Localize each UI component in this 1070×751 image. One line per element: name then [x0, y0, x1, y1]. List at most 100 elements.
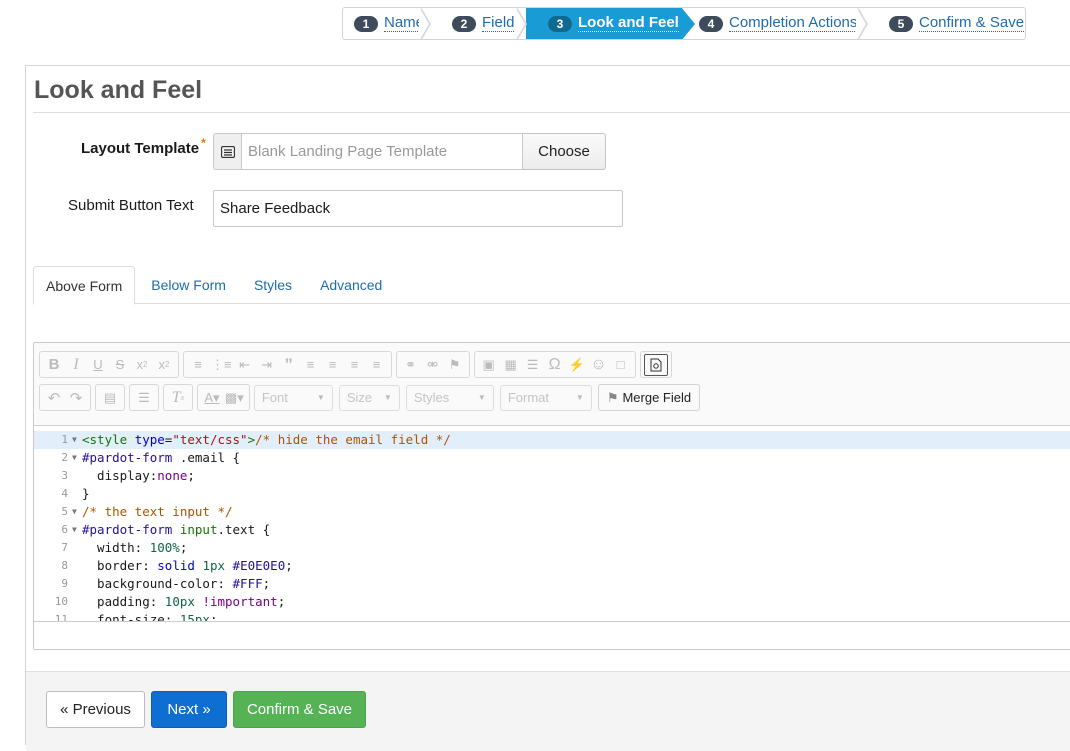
previous-button[interactable]: « Previous	[46, 691, 145, 728]
step-label[interactable]: Look and Feel	[578, 15, 679, 32]
wizard-step-name[interactable]: 1 Name	[343, 8, 431, 39]
horizontal-rule-icon[interactable]: ☰	[522, 353, 544, 377]
layout-template-label-text: Layout Template	[81, 140, 200, 157]
toolbar-group-clear: Tx	[163, 384, 193, 411]
merge-field-label: Merge Field	[622, 390, 692, 405]
wizard-step-fields[interactable]: 2 Fields	[430, 8, 527, 39]
toolbar-group-history: ↶ ↷	[39, 384, 91, 411]
outdent-icon[interactable]: ⇤	[234, 353, 256, 377]
anchor-flag-icon[interactable]: ⚑	[444, 353, 466, 377]
iframe-icon[interactable]: □	[610, 353, 632, 377]
blockquote-icon[interactable]: ”	[278, 353, 300, 377]
tab-advanced[interactable]: Advanced	[308, 266, 394, 304]
paste-icon[interactable]: ▤	[99, 386, 121, 410]
code-line-text: width: 100%;	[82, 540, 188, 555]
adjust-icon[interactable]: ☰	[133, 386, 155, 410]
link-icon[interactable]: ⚭	[400, 353, 422, 377]
step-label[interactable]: Confirm & Save	[919, 15, 1025, 32]
redo-icon[interactable]: ↷	[65, 386, 87, 410]
required-asterisk: *	[201, 136, 206, 150]
line-number: 5	[61, 505, 68, 518]
confirm-save-button[interactable]: Confirm & Save	[233, 691, 366, 728]
fold-arrow-icon[interactable]: ▼	[72, 431, 82, 449]
justify-icon[interactable]: ≡	[366, 353, 388, 377]
image-icon[interactable]: ▣	[478, 353, 500, 377]
code-line: 4}	[34, 485, 1070, 503]
source-icon[interactable]	[643, 353, 668, 376]
toolbar-group-links: ⚭ ⚮ ⚑	[395, 351, 470, 378]
layout-template-input[interactable]	[241, 133, 523, 170]
wizard-step-completion-actions[interactable]: 4 Completion Actions	[681, 8, 868, 39]
toolbar-group-insert: ▣ ▦ ☰ Ω ⚡ ☺ □	[473, 351, 636, 378]
table-icon[interactable]: ▦	[500, 353, 522, 377]
indent-icon[interactable]: ⇥	[256, 353, 278, 377]
submit-button-text-input[interactable]	[213, 190, 623, 227]
font-dropdown[interactable]: Font ▼	[253, 384, 333, 411]
merge-field-button[interactable]: ⚑ Merge Field	[597, 384, 701, 411]
choose-template-button[interactable]: Choose	[523, 133, 606, 170]
code-line-text: <style type="text/css">/* hide the email…	[82, 432, 451, 447]
code-line: 5 ▼/* the text input */	[34, 503, 1070, 521]
wizard-step-confirm-save[interactable]: 5 Confirm & Save	[867, 8, 1025, 39]
text-color-icon[interactable]: A▾	[201, 386, 223, 410]
remove-format-icon[interactable]: Tx	[167, 386, 189, 410]
code-line: 6 ▼ #pardot-form input.text {	[34, 521, 1070, 539]
next-button[interactable]: Next »	[151, 691, 227, 728]
code-line-text: #pardot-form .email {	[82, 450, 241, 465]
special-char-icon[interactable]: Ω	[544, 353, 566, 377]
flash-icon[interactable]: ⚡	[566, 353, 588, 377]
format-dropdown-label: Format	[507, 390, 549, 405]
caret-down-icon: ▼	[383, 393, 392, 402]
bold-icon[interactable]: B	[43, 353, 65, 377]
code-line-text: #pardot-form input.text {	[82, 522, 271, 537]
align-center-icon[interactable]: ≡	[322, 353, 344, 377]
step-label[interactable]: Name	[384, 15, 425, 32]
wizard-step-look-and-feel[interactable]: 3 Look and Feel	[526, 8, 695, 39]
align-left-icon[interactable]: ≡	[300, 353, 322, 377]
code-editor[interactable]: 1 ▼ <style type="text/css">/* hide the ema…	[34, 426, 1070, 629]
italic-icon[interactable]: I	[65, 353, 87, 377]
fold-arrow-icon[interactable]: ▼	[72, 449, 82, 467]
editor-toolbar: B I U S x2 x2 ≡ ⋮≡ ⇤ ⇥ ” ≡ ≡ ≡ ≡ ⚭ ⚮ ⚑ ▣…	[34, 343, 1070, 426]
size-dropdown[interactable]: Size ▼	[338, 384, 400, 411]
styles-dropdown[interactable]: Styles ▼	[405, 384, 494, 411]
superscript-icon[interactable]: x2	[153, 353, 175, 377]
code-line-text: display:none;	[82, 468, 195, 483]
toolbar-group-paragraph: ≡ ⋮≡ ⇤ ⇥ ” ≡ ≡ ≡ ≡	[183, 351, 392, 378]
tab-styles[interactable]: Styles	[242, 266, 304, 304]
tab-below-form[interactable]: Below Form	[139, 266, 238, 304]
background-color-icon[interactable]: ▩▾	[223, 386, 246, 410]
step-number: 3	[548, 15, 572, 32]
code-line: 8 border: solid 1px #E0E0E0;	[34, 557, 1070, 575]
undo-icon[interactable]: ↶	[43, 386, 65, 410]
numbered-list-icon[interactable]: ≡	[187, 353, 209, 377]
fold-arrow-icon[interactable]: ▼	[72, 503, 82, 521]
fold-arrow-icon[interactable]: ▼	[72, 521, 82, 539]
line-number: 4	[61, 487, 68, 500]
code-line: 3 display:none;	[34, 467, 1070, 485]
code-line-text: }	[82, 486, 90, 501]
smiley-icon[interactable]: ☺	[588, 353, 610, 377]
font-dropdown-label: Font	[261, 390, 288, 405]
styles-dropdown-label: Styles	[413, 390, 450, 405]
step-label[interactable]: Completion Actions	[729, 15, 858, 32]
subscript-icon[interactable]: x2	[131, 353, 153, 377]
line-number: 2	[61, 451, 68, 464]
rich-text-editor: B I U S x2 x2 ≡ ⋮≡ ⇤ ⇥ ” ≡ ≡ ≡ ≡ ⚭ ⚮ ⚑ ▣…	[33, 342, 1070, 650]
strikethrough-icon[interactable]: S	[109, 353, 131, 377]
step-number: 2	[452, 15, 476, 32]
unlink-icon[interactable]: ⚮	[422, 353, 444, 377]
align-right-icon[interactable]: ≡	[344, 353, 366, 377]
step-label[interactable]: Fields	[482, 15, 523, 32]
toolbar-group-colors: A▾ ▩▾	[197, 384, 250, 411]
code-line-text: padding: 10px !important;	[82, 594, 286, 609]
step-number: 5	[889, 15, 913, 32]
underline-icon[interactable]: U	[87, 353, 109, 377]
line-number: 3	[61, 469, 68, 482]
format-dropdown[interactable]: Format ▼	[499, 384, 592, 411]
code-line-text: /* the text input */	[82, 504, 233, 519]
tab-above-form[interactable]: Above Form	[33, 266, 136, 305]
caret-down-icon: ▼	[477, 393, 486, 402]
bulleted-list-icon[interactable]: ⋮≡	[209, 353, 234, 377]
look-and-feel-panel: Look and Feel Layout Template* Choose Su…	[25, 65, 1070, 751]
